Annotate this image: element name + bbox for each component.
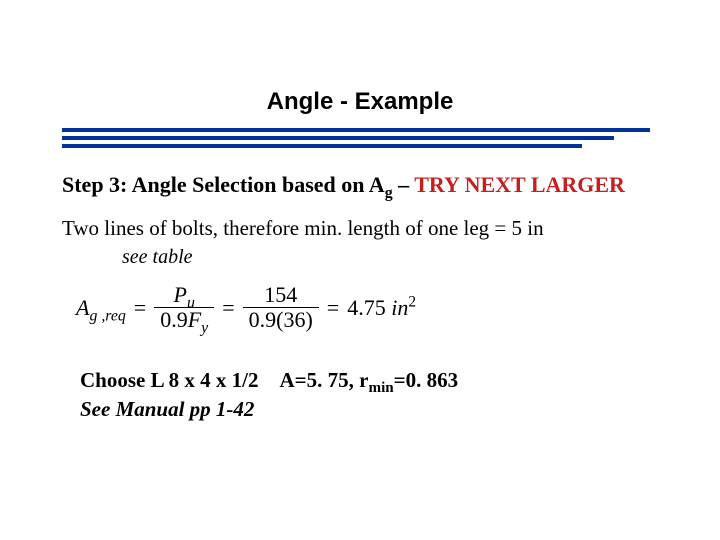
eq-lhs: Ag ,req <box>76 293 126 323</box>
step3-heading: Step 3: Angle Selection based on Ag – TR… <box>62 170 662 200</box>
eq-equals: = <box>134 293 146 323</box>
slide-body: Step 3: Angle Selection based on Ag – TR… <box>62 170 662 423</box>
step3-dash: – <box>398 172 414 197</box>
eq-frac2-den: 0.9(36) <box>243 308 319 332</box>
eq-frac1: Pu 0.9Fy <box>154 283 214 332</box>
eq-equals: = <box>222 293 234 323</box>
eq-frac2-num: 154 <box>258 283 303 307</box>
see-table-note: see table <box>122 244 662 271</box>
try-next-larger: TRY NEXT LARGER <box>414 172 625 197</box>
eq-Fy-sub: y <box>201 320 208 337</box>
two-lines-text: Two lines of bolts, therefore min. lengt… <box>62 214 662 242</box>
eq-equals: = <box>327 293 339 323</box>
eq-frac1-den: 0.9Fy <box>154 308 214 332</box>
eq-frac2: 154 0.9(36) <box>243 283 319 332</box>
eq-result-val: 4.75 <box>347 295 386 320</box>
slide-title: Angle - Example <box>0 88 720 116</box>
title-underline <box>62 128 650 152</box>
eq-frac1-num: Pu <box>168 283 201 307</box>
step3-subscript: g <box>385 184 393 201</box>
rule-line <box>62 136 614 140</box>
eq-09: 0.9 <box>160 307 188 332</box>
choose-text2: =0. 863 <box>394 368 458 392</box>
rule-line <box>62 128 650 132</box>
choose-rmin-sub: min <box>368 381 393 397</box>
see-manual-line: See Manual pp 1-42 <box>80 395 662 423</box>
rule-line <box>62 144 582 148</box>
eq-result-in: in <box>391 295 408 320</box>
equation: Ag ,req = Pu 0.9Fy = 154 0.9(36) = 4.75 … <box>76 283 662 332</box>
eq-result: 4.75 in2 <box>347 293 416 323</box>
eq-Fy-F: F <box>188 307 201 332</box>
eq-result-sup: 2 <box>408 294 416 311</box>
choose-line: Choose L 8 x 4 x 1/2 A=5. 75, rmin=0. 86… <box>80 366 662 394</box>
eq-A: A <box>76 295 89 320</box>
choose-text1: Choose L 8 x 4 x 1/2 A=5. 75, r <box>80 368 368 392</box>
step3-prefix: Step 3: Angle Selection based on A <box>62 172 385 197</box>
eq-A-sub: g ,req <box>89 307 125 324</box>
slide: Angle - Example Step 3: Angle Selection … <box>0 0 720 540</box>
eq-Pu-P: P <box>174 282 187 307</box>
